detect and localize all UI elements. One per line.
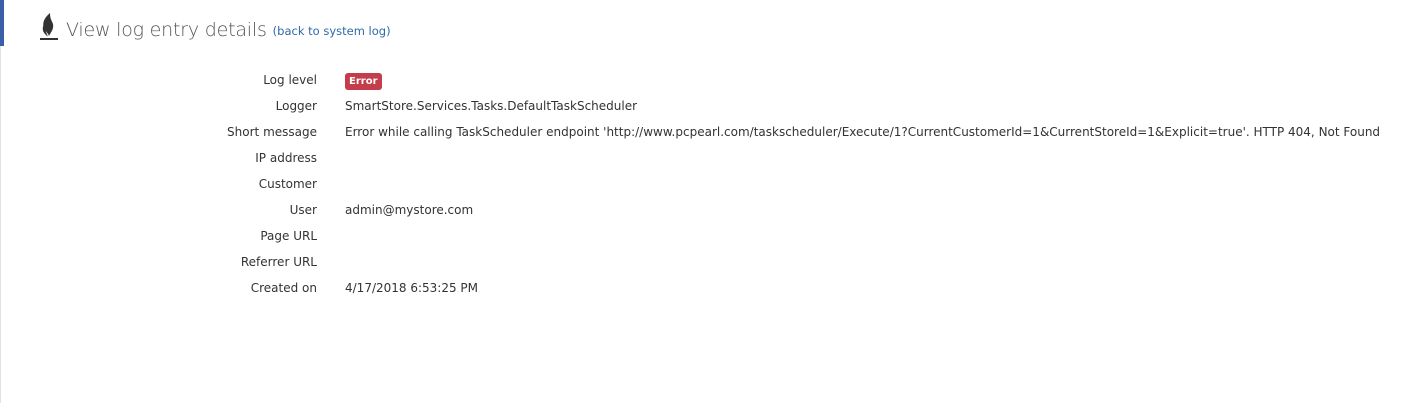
log-level-label: Log level [263, 73, 317, 87]
user-label: User [289, 203, 317, 217]
row-customer: Customer [0, 173, 1400, 199]
logger-value: SmartStore.Services.Tasks.DefaultTaskSch… [345, 99, 638, 113]
log-level-badge: Error [345, 73, 382, 90]
page-title: View log entry details [66, 19, 267, 41]
created-on-label: Created on [250, 281, 317, 295]
left-accent-bar [0, 0, 4, 46]
customer-label: Customer [258, 177, 317, 191]
row-page-url: Page URL [0, 225, 1400, 251]
user-value: admin@mystore.com [345, 203, 474, 217]
row-short-message: Short message Error while calling TaskSc… [0, 121, 1400, 147]
referrer-url-label: Referrer URL [240, 255, 317, 269]
short-message-value: Error while calling TaskScheduler endpoi… [345, 125, 1381, 139]
page: View log entry details (back to system l… [0, 0, 1419, 403]
row-ip-address: IP address [0, 147, 1400, 173]
row-user: User admin@mystore.com [0, 199, 1400, 225]
row-log-level: Log level Error [0, 69, 1400, 95]
log-entry-details: Log level Error Logger SmartStore.Servic… [0, 69, 1400, 303]
row-created-on: Created on 4/17/2018 6:53:25 PM [0, 277, 1400, 303]
page-url-label: Page URL [260, 229, 317, 243]
page-header: View log entry details (back to system l… [36, 8, 391, 42]
ip-address-label: IP address [255, 151, 317, 165]
flame-icon [36, 12, 62, 42]
created-on-value: 4/17/2018 6:53:25 PM [345, 281, 479, 295]
back-to-system-log-link[interactable]: (back to system log) [273, 20, 391, 42]
short-message-label: Short message [227, 125, 317, 139]
logger-label: Logger [275, 99, 317, 113]
row-referrer-url: Referrer URL [0, 251, 1400, 277]
row-logger: Logger SmartStore.Services.Tasks.Default… [0, 95, 1400, 121]
